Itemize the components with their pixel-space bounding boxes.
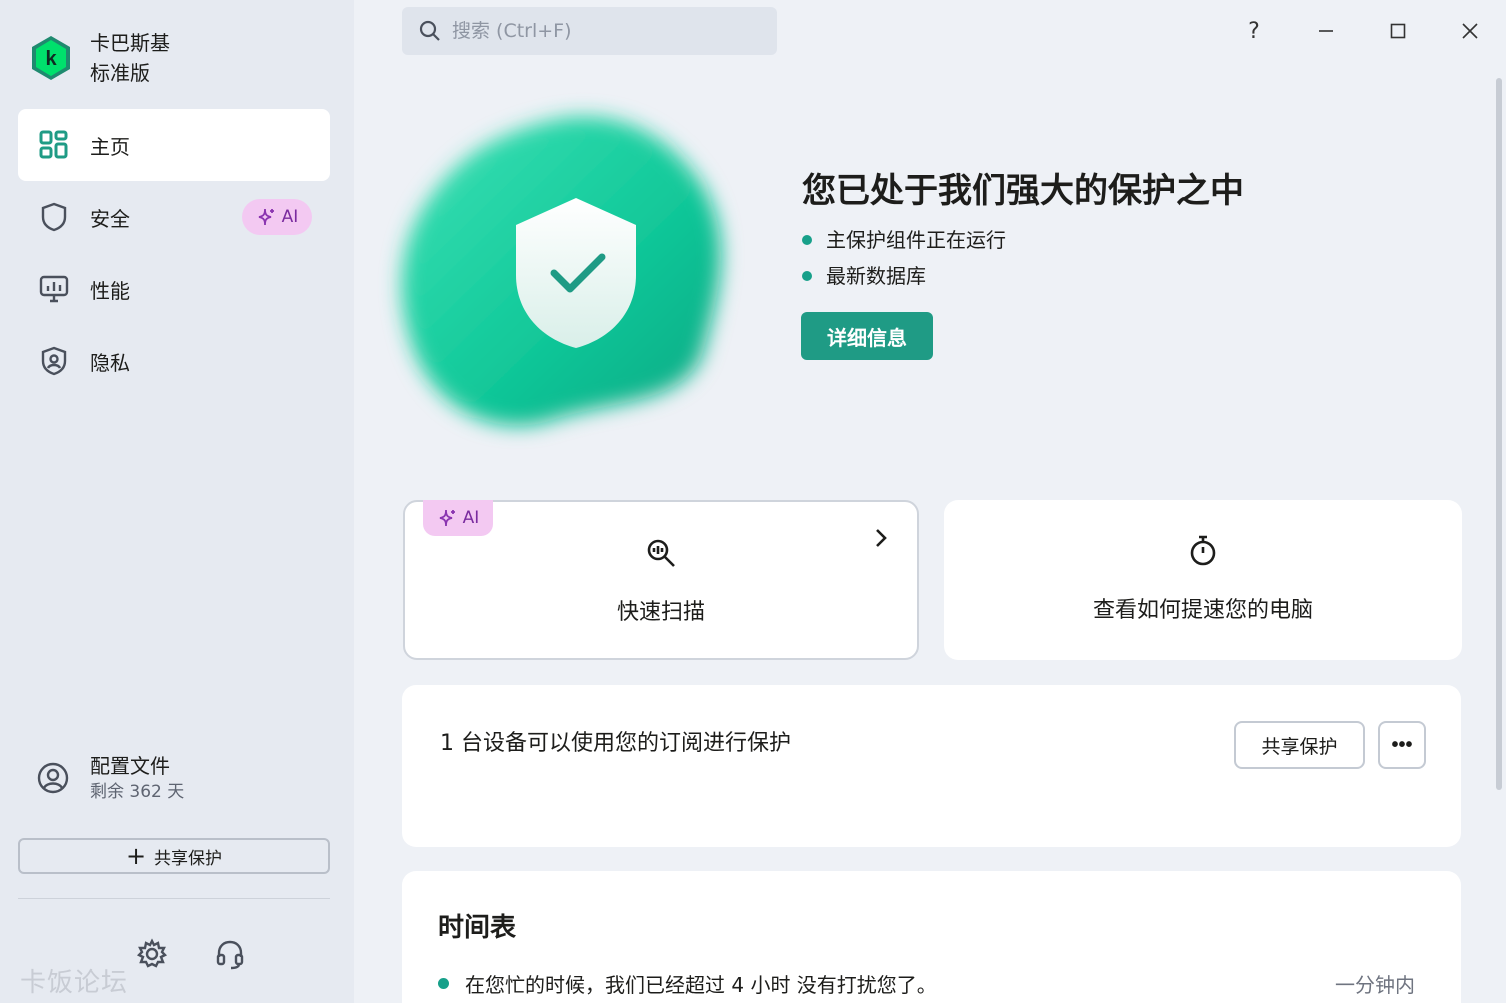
timeline-title: 时间表: [438, 913, 517, 943]
ai-badge: AI: [242, 199, 312, 235]
user-icon: [37, 762, 69, 794]
timeline-entry: 在您忙的时候，我们已经超过 4 小时 没有打扰您了。 一分钟内: [438, 969, 1415, 998]
sidebar-divider: [18, 898, 330, 899]
timeline-card: 时间表 在您忙的时候，我们已经超过 4 小时 没有打扰您了。 一分钟内: [402, 871, 1461, 1003]
details-button[interactable]: 详细信息: [801, 312, 933, 360]
timeline-entry-text: 在您忙的时候，我们已经超过 4 小时 没有打扰您了。: [465, 973, 937, 997]
close-icon[interactable]: [1434, 6, 1506, 56]
share-protection-button[interactable]: + 共享保护: [18, 838, 330, 874]
chevron-right-icon[interactable]: [873, 526, 889, 556]
sparkle-icon: [258, 208, 274, 226]
watermark: 卡饭论坛: [20, 968, 129, 998]
speed-up-card[interactable]: 查看如何提速您的电脑: [944, 500, 1462, 660]
sidebar-item-security[interactable]: 安全 AI: [18, 181, 330, 253]
plus-icon: +: [125, 842, 147, 870]
search-box[interactable]: [402, 7, 777, 55]
main-scrollbar[interactable]: [1496, 78, 1502, 790]
svg-text:k: k: [45, 48, 57, 70]
stopwatch-icon: [1190, 535, 1216, 566]
maximize-icon[interactable]: [1362, 6, 1434, 56]
window-controls: ?: [1218, 6, 1506, 56]
search-icon: [419, 20, 440, 41]
support-headset-icon[interactable]: [210, 934, 250, 974]
ai-badge: AI: [423, 500, 493, 536]
sidebar-footer: [132, 934, 250, 974]
status-bullet: 最新数据库: [802, 258, 1006, 294]
ai-badge-label: AI: [281, 207, 299, 227]
privacy-shield-icon: [38, 345, 70, 377]
search-input[interactable]: [452, 20, 752, 42]
sidebar-item-performance[interactable]: 性能: [18, 253, 330, 325]
brand-name: 卡巴斯基 标准版: [90, 28, 170, 88]
ai-badge-label: AI: [462, 508, 480, 528]
sparkle-icon: [439, 509, 455, 527]
quick-scan-card[interactable]: AI 快速扫描: [403, 500, 919, 660]
profile-title: 配置文件: [90, 754, 170, 778]
quick-scan-label: 快速扫描: [616, 600, 705, 625]
monitor-icon: [38, 273, 70, 305]
scan-magnifier-icon: [647, 539, 675, 567]
subscription-text: 1 台设备可以使用您的订阅进行保护: [440, 731, 791, 756]
help-icon[interactable]: ?: [1218, 6, 1290, 56]
profile[interactable]: 配置文件 剩余 362 天: [36, 752, 184, 804]
status-bullet: 主保护组件正在运行: [802, 222, 1006, 258]
timeline-entry-time: 一分钟内: [1335, 973, 1415, 997]
sidebar-item-label: 隐私: [90, 350, 130, 375]
speed-up-label: 查看如何提速您的电脑: [1092, 598, 1313, 623]
protected-shield-illustration: [372, 85, 762, 460]
profile-days-left: 剩余 362 天: [90, 782, 185, 802]
sidebar-item-home[interactable]: 主页: [18, 109, 330, 181]
grid-icon: [38, 129, 70, 161]
protection-status-list: 主保护组件正在运行 最新数据库: [802, 222, 1006, 294]
share-protection-button[interactable]: 共享保护: [1234, 721, 1365, 769]
shield-icon: [38, 201, 70, 233]
sidebar-item-label: 性能: [90, 278, 130, 303]
kaspersky-logo-icon: k: [32, 36, 70, 80]
settings-gear-icon[interactable]: [132, 934, 172, 974]
sidebar-item-label: 主页: [90, 134, 130, 159]
brand-edition: 标准版: [90, 61, 150, 85]
share-protection-label: 共享保护: [154, 848, 223, 869]
protection-status-title: 您已处于我们强大的保护之中: [802, 171, 1244, 211]
sidebar-nav: 主页 安全 AI 性能 隐私: [18, 109, 330, 397]
subscription-card: 1 台设备可以使用您的订阅进行保护 共享保护 •••: [402, 685, 1461, 847]
sidebar-item-label: 安全: [90, 206, 130, 231]
brand: k 卡巴斯基 标准版: [30, 28, 170, 88]
brand-title: 卡巴斯基: [90, 31, 170, 55]
more-options-button[interactable]: •••: [1378, 721, 1426, 769]
sidebar-item-privacy[interactable]: 隐私: [18, 325, 330, 397]
sidebar: k 卡巴斯基 标准版 主页 安全 AI 性能 隐私 配置文件 剩余 362 天 …: [0, 0, 354, 1003]
timeline-dot: [438, 978, 449, 989]
minimize-icon[interactable]: [1290, 6, 1362, 56]
